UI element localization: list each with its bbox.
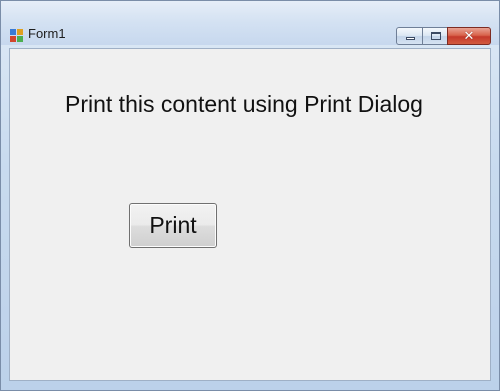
minimize-button[interactable] <box>396 27 423 45</box>
print-content-label: Print this content using Print Dialog <box>65 91 423 117</box>
caption-buttons: ✕ <box>396 27 491 45</box>
print-button[interactable]: Print <box>129 203 217 248</box>
maximize-icon <box>431 32 441 40</box>
minimize-icon <box>406 37 415 40</box>
window-title: Form1 <box>28 26 66 41</box>
maximize-button[interactable] <box>422 27 448 45</box>
form1-window: Form1 ✕ Print this content using Print D… <box>0 0 500 391</box>
form-client-area: Print this content using Print Dialog Pr… <box>9 48 491 381</box>
close-button[interactable]: ✕ <box>447 27 491 45</box>
title-bar[interactable]: Form1 ✕ <box>1 1 499 45</box>
form-app-icon[interactable] <box>10 29 23 42</box>
close-icon: ✕ <box>463 28 475 44</box>
